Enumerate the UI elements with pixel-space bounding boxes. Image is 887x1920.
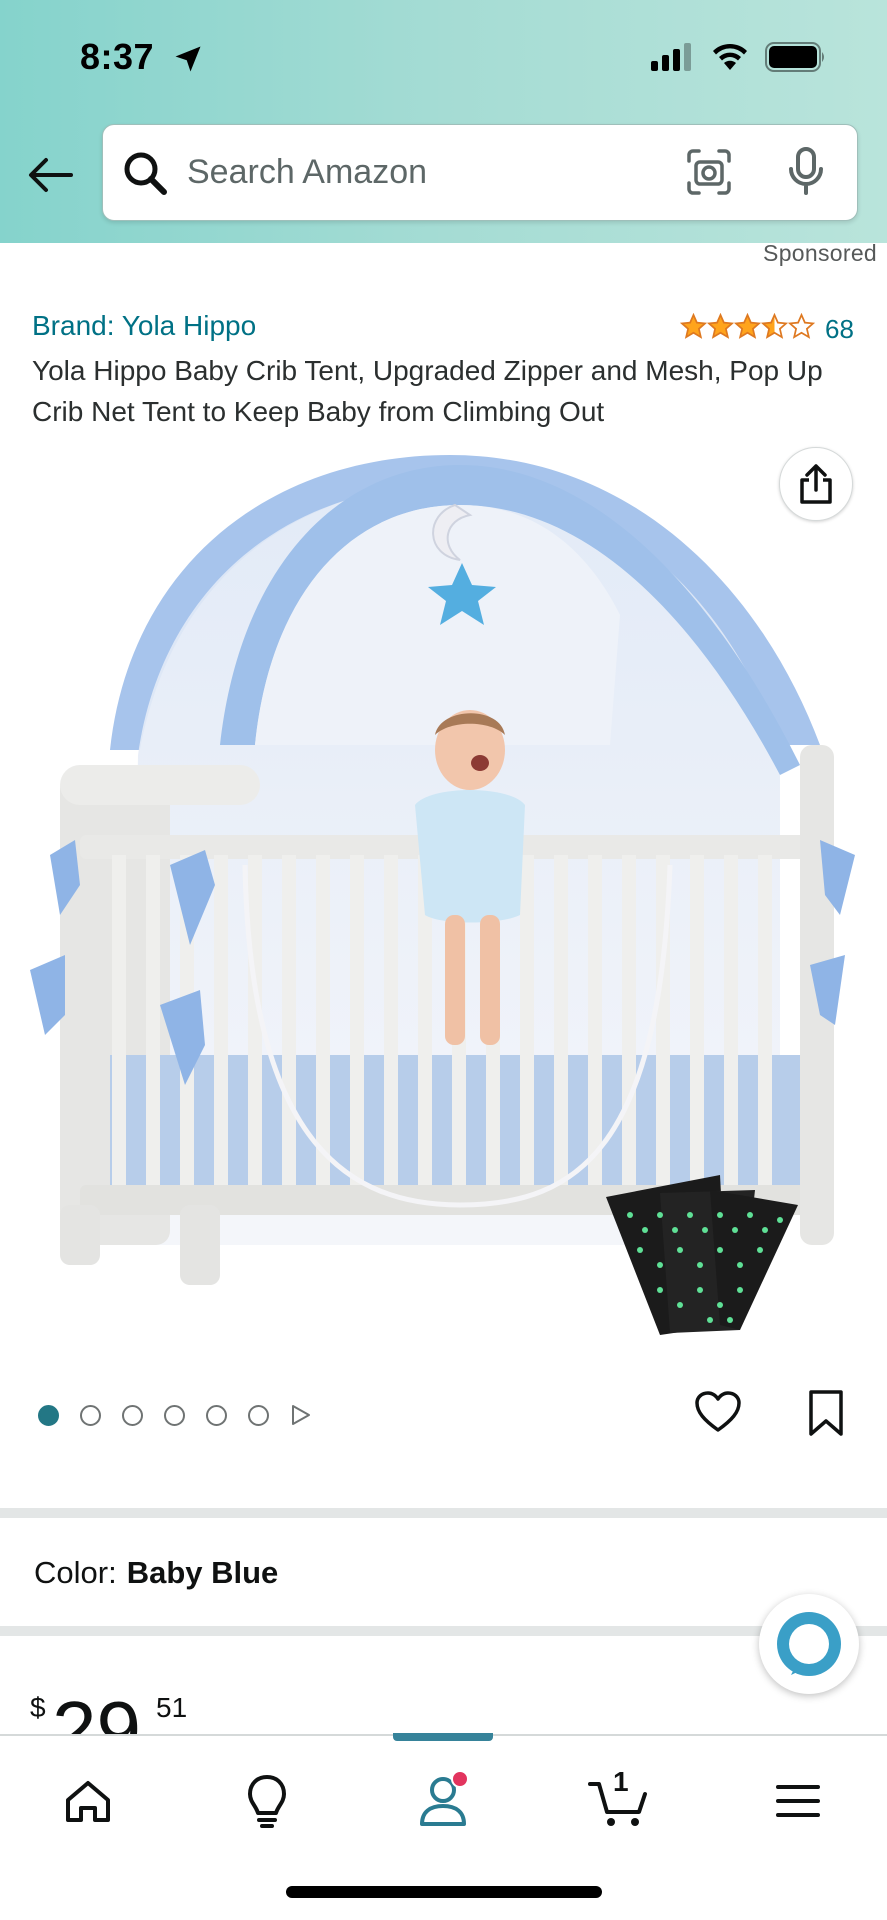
sponsored-label: Sponsored — [763, 240, 877, 266]
search-icon — [124, 152, 167, 195]
carousel-dot[interactable] — [206, 1404, 227, 1426]
nav-account[interactable] — [403, 1766, 483, 1836]
carousel-dot[interactable] — [122, 1404, 143, 1426]
active-tab-indicator — [393, 1733, 493, 1741]
play-video-icon[interactable] — [290, 1403, 312, 1427]
nav-menu[interactable] — [758, 1766, 838, 1836]
lightbulb-icon — [248, 1775, 286, 1828]
product-image[interactable] — [20, 445, 867, 1345]
home-icon — [66, 1781, 110, 1822]
carousel-dot[interactable] — [164, 1404, 185, 1426]
microphone-icon[interactable] — [786, 145, 826, 199]
battery-icon — [765, 42, 824, 72]
search-bar[interactable]: Search Amazon — [102, 124, 858, 221]
bookmark-icon[interactable] — [806, 1388, 846, 1438]
rating-count[interactable]: 68 — [825, 314, 854, 345]
star-icon — [761, 313, 788, 339]
alexa-icon — [777, 1612, 841, 1676]
cart-count: 1 — [613, 1766, 629, 1797]
arrow-left-icon — [29, 158, 73, 192]
heart-icon[interactable] — [694, 1390, 742, 1434]
section-divider — [0, 1508, 887, 1518]
nav-home[interactable] — [48, 1766, 128, 1836]
search-input[interactable]: Search Amazon — [187, 153, 427, 192]
carousel-dot[interactable] — [80, 1404, 101, 1426]
carousel-dot[interactable] — [38, 1404, 59, 1426]
price-fraction: 51 — [156, 1692, 188, 1723]
status-icons — [651, 42, 827, 72]
star-rating[interactable] — [680, 313, 815, 340]
wifi-icon — [713, 43, 747, 70]
star-icon — [734, 313, 761, 339]
camera-search-icon[interactable] — [685, 147, 733, 197]
share-button[interactable] — [779, 447, 853, 521]
location-arrow-icon — [175, 46, 201, 72]
status-time: 8:37 — [80, 36, 155, 77]
price-whole: 29 — [52, 1685, 141, 1735]
nav-cart[interactable]: 1 — [580, 1766, 660, 1836]
header: 8:37 Search Amazon — [0, 0, 887, 243]
carousel-dot[interactable] — [248, 1404, 269, 1426]
share-icon — [800, 464, 832, 504]
image-carousel-dots[interactable] — [38, 1403, 312, 1427]
assistant-button[interactable] — [759, 1594, 859, 1694]
product-title: Yola Hippo Baby Crib Tent, Upgraded Zipp… — [32, 355, 823, 427]
star-icon — [788, 313, 815, 339]
price-currency: $ — [30, 1692, 46, 1723]
home-indicator — [286, 1886, 602, 1898]
nav-inspire[interactable] — [227, 1766, 307, 1836]
color-value: Baby Blue — [126, 1555, 279, 1590]
star-icon — [707, 313, 734, 339]
star-icon — [680, 313, 707, 339]
color-label: Color: — [34, 1555, 117, 1590]
brand-link[interactable]: Brand: Yola Hippo — [32, 310, 256, 342]
section-divider — [0, 1626, 887, 1636]
cellular-signal-icon — [651, 43, 691, 71]
color-selector[interactable]: Color: Baby Blue — [34, 1555, 278, 1591]
hamburger-menu-icon — [776, 1785, 820, 1817]
price: $ 29 51 — [30, 1680, 330, 1735]
notification-badge — [451, 1770, 469, 1788]
back-button[interactable] — [22, 150, 78, 200]
amazon-product-page: 8:37 Search Amazon Sponsored Brand: Yola… — [0, 0, 887, 1920]
